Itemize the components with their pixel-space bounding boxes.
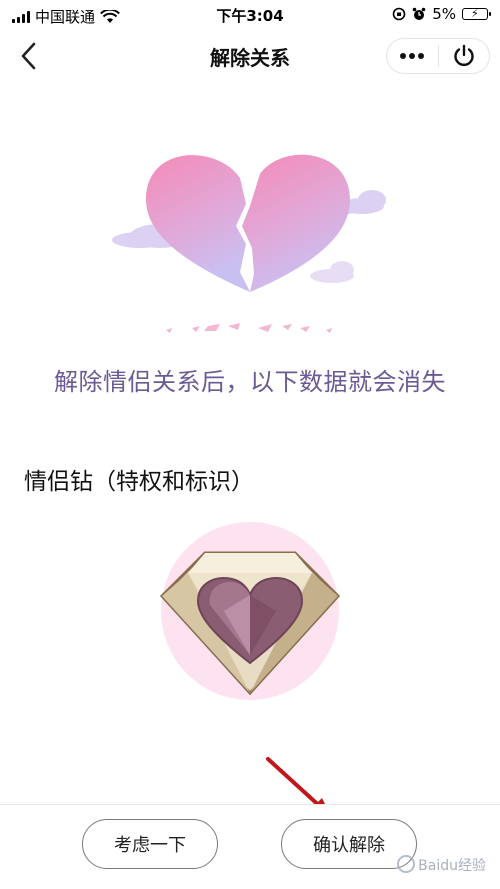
battery-percent: 5% xyxy=(432,5,456,23)
consider-button[interactable]: 考虑一下 xyxy=(82,819,218,869)
nav-bar: 解除关系 xyxy=(0,30,500,82)
couple-diamond-illustration xyxy=(159,522,341,700)
section-label: 情侣钻（特权和标识） xyxy=(24,469,254,495)
heart-fragments xyxy=(166,323,332,333)
bottom-action-bar: 考虑一下 确认解除 xyxy=(0,804,500,889)
status-right: 5% ⚡ xyxy=(392,5,491,23)
close-miniprogram-button[interactable] xyxy=(439,39,490,73)
alarm-icon xyxy=(412,7,426,20)
status-bar: 中国联通 下午3:04 5% ⚡ xyxy=(0,0,500,30)
more-icon xyxy=(400,53,425,59)
orientation-lock-icon xyxy=(392,7,406,21)
warning-message: 解除情侣关系后，以下数据就会消失 xyxy=(54,368,446,396)
broken-heart-illustration xyxy=(112,154,386,333)
baidu-watermark: Baidu经验 xyxy=(397,855,486,875)
more-button[interactable] xyxy=(387,39,438,73)
power-icon xyxy=(454,44,474,67)
paw-icon xyxy=(397,855,416,873)
battery-icon: ⚡ xyxy=(462,7,491,20)
cloud-icon xyxy=(310,261,354,283)
watermark-text: Baidu经验 xyxy=(418,858,486,874)
menu-capsule xyxy=(386,38,490,74)
